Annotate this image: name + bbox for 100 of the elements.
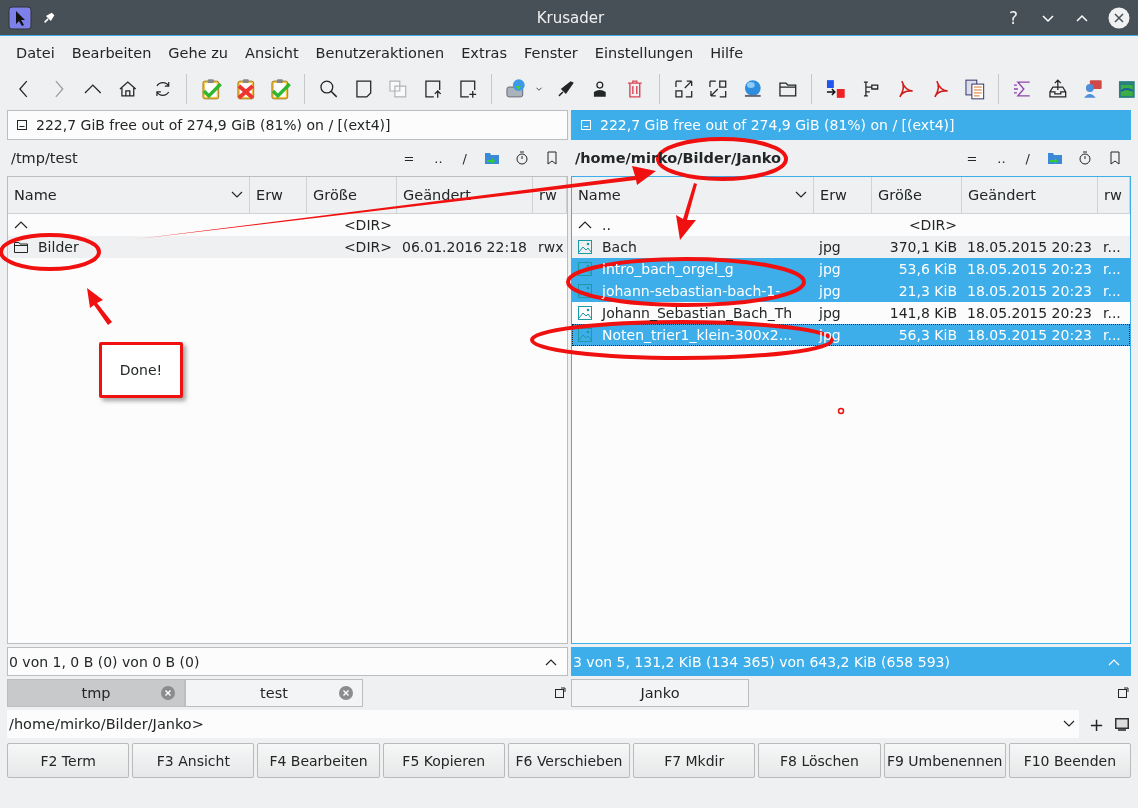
drive-icon: [580, 119, 592, 131]
disk-usage-text: 222,7 GiB free out of 274,9 GiB (81%) on / [(ext4)]: [600, 117, 955, 133]
function-key-button[interactable]: F7 Mkdir: [633, 743, 756, 778]
tab[interactable]: tmp: [7, 679, 185, 707]
file-row[interactable]: Johann_Sebastian_Bach_Th jpg 141,8 KiB 18.05.2015 20:23 r...: [572, 302, 1130, 324]
disk-usage-text: 222,7 GiB free out of 274,9 GiB (81%) on / [(ext4)]: [36, 117, 391, 133]
file-extension: jpg: [819, 239, 841, 255]
expand-icon[interactable]: [672, 78, 695, 100]
file-row[interactable]: Bach jpg 370,1 KiB 18.05.2015 20:23 r...: [572, 236, 1130, 258]
file-name: Bach: [602, 239, 637, 255]
callout-text: Done!: [119, 362, 163, 378]
pin-icon[interactable]: [42, 10, 56, 25]
menu-item[interactable]: Datei: [10, 45, 62, 61]
permissions: r...: [1103, 305, 1121, 321]
terminal-icon[interactable]: [1114, 716, 1130, 732]
menu-item[interactable]: Hilfe: [704, 45, 751, 61]
rename-arrow-icon[interactable]: [825, 78, 847, 100]
add-button[interactable]: +: [1086, 713, 1106, 735]
clipboard-check-icon[interactable]: [269, 78, 292, 100]
clipboard-check-icon[interactable]: [200, 78, 222, 100]
status-text: 3 von 5, 131,2 KiB (134 365) von 643,2 KiB (658 593): [573, 653, 951, 670]
search-person-icon[interactable]: [1081, 78, 1104, 100]
permissions: r...: [1103, 239, 1121, 255]
app-icon: [8, 5, 32, 30]
menu-item[interactable]: Einstellungen: [588, 45, 701, 61]
function-key-button[interactable]: F4 Bearbeiten: [257, 743, 380, 778]
page-arrow-icon[interactable]: [422, 78, 444, 100]
search-icon[interactable]: [318, 78, 340, 100]
file-row[interactable]: <DIR>: [8, 214, 567, 236]
clipboard-cross-icon[interactable]: [234, 78, 257, 100]
navigation-button[interactable]: =: [396, 150, 422, 166]
file-row[interactable]: Bilder <DIR> 06.01.2016 22:18 rwx: [8, 236, 567, 258]
bookmark-icon[interactable]: [544, 150, 560, 166]
image-icon: [577, 327, 593, 343]
image-icon: [577, 283, 593, 299]
function-key-button[interactable]: F9 Umbenennen: [883, 743, 1006, 778]
dropdown-caret-icon[interactable]: [1062, 720, 1075, 728]
close-icon[interactable]: [1108, 6, 1130, 29]
history-icon[interactable]: [514, 150, 530, 166]
file-name: ..: [602, 217, 611, 233]
file-size: 53,6 KiB: [898, 261, 957, 277]
document-list-icon[interactable]: [963, 78, 986, 100]
navigation-button[interactable]: ..: [990, 150, 1013, 166]
file-row[interactable]: .. <DIR>: [572, 214, 1130, 236]
bookmark-icon[interactable]: [1107, 150, 1123, 166]
tab[interactable]: Janko: [571, 679, 749, 707]
close-tab-icon[interactable]: [161, 686, 175, 700]
function-key-button[interactable]: F5 Kopieren: [382, 743, 505, 778]
file-extension: jpg: [819, 305, 841, 321]
file-extension: jpg: [819, 261, 841, 277]
menu-item[interactable]: Gehe zu: [162, 45, 236, 61]
close-tab-icon[interactable]: [339, 686, 353, 700]
navigation-button[interactable]: /: [455, 150, 474, 166]
function-key-button[interactable]: F8 Löschen: [758, 743, 881, 778]
column-header[interactable]: Erw: [814, 177, 872, 213]
tab[interactable]: test: [185, 679, 363, 707]
column-header[interactable]: Erw: [250, 177, 307, 213]
function-key-button[interactable]: F2 Term: [7, 743, 130, 778]
tray-upload-icon[interactable]: [1047, 78, 1069, 100]
file-size: 21,3 KiB: [898, 283, 957, 299]
folder-icon: [13, 239, 29, 255]
modified-date: 18.05.2015 20:23: [967, 239, 1092, 255]
menu-item[interactable]: Extras: [455, 45, 515, 61]
drive-icon: [16, 119, 28, 131]
status-text: 0 von 1, 0 B (0) von 0 B (0): [9, 653, 201, 670]
menu-item[interactable]: Ansicht: [239, 45, 306, 61]
caret-icon[interactable]: [545, 657, 557, 666]
function-key-button[interactable]: F6 Verschieben: [507, 743, 631, 778]
permissions: r...: [1103, 261, 1121, 277]
sort-caret-icon: [231, 191, 243, 199]
menu-item[interactable]: Fenster: [518, 45, 585, 61]
navigation-button[interactable]: ..: [427, 150, 450, 166]
menu-item[interactable]: Benutzeraktionen: [309, 45, 452, 61]
file-size: <DIR>: [908, 217, 957, 233]
function-key-button[interactable]: F10 Beenden: [1008, 743, 1131, 778]
column-header[interactable]: Geändert: [962, 177, 1098, 213]
image-icon: [577, 261, 593, 277]
folder-sync-icon[interactable]: [484, 150, 500, 166]
image-icon: [577, 305, 593, 321]
command-line-field[interactable]: /home/mirko/Bilder/Janko>: [7, 710, 1079, 738]
new-tab-icon[interactable]: [554, 687, 566, 699]
window-icon[interactable]: [1116, 78, 1138, 100]
drive-globe-icon[interactable]: [505, 78, 527, 100]
file-name: Noten_trier1_klein-300x2...: [602, 327, 793, 343]
menu-item[interactable]: Bearbeiten: [65, 45, 159, 61]
history-icon[interactable]: [1077, 150, 1093, 166]
column-header[interactable]: Größe: [872, 177, 962, 213]
function-key-button[interactable]: F3 Ansicht: [132, 743, 255, 778]
navigation-button[interactable]: =: [959, 150, 985, 166]
modified-date: 06.01.2016 22:18: [402, 239, 527, 255]
sort-caret-icon: [795, 191, 807, 199]
folder-sync-icon[interactable]: [1047, 150, 1063, 166]
column-header[interactable]: Name: [8, 177, 250, 213]
navigation-button[interactable]: /: [1018, 150, 1037, 166]
column-header[interactable]: rw: [1098, 177, 1130, 213]
shrink-icon[interactable]: [707, 78, 729, 100]
help-button[interactable]: ?: [1004, 7, 1022, 28]
new-tab-icon[interactable]: [1117, 687, 1129, 699]
file-name: Bilder: [38, 239, 79, 255]
modified-date: 18.05.2015 20:23: [967, 283, 1092, 299]
